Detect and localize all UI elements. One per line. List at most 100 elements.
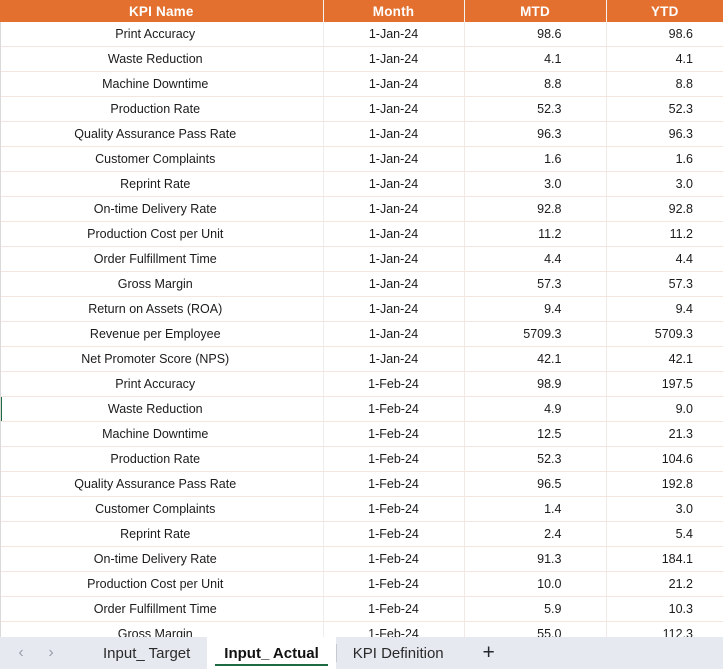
table-row[interactable]: Waste Reduction 1-Feb-24 4.9 9.0 <box>0 396 723 422</box>
spreadsheet-grid[interactable]: KPI Name Month MTD YTD Print Accuracy 1-J… <box>0 0 723 637</box>
ytd-value-cell[interactable]: 192.8 <box>606 471 723 497</box>
kpi-name-cell[interactable]: Reprint Rate <box>0 521 324 547</box>
ytd-value-cell[interactable]: 8.8 <box>606 71 723 97</box>
mtd-value-cell[interactable]: 55.0 <box>464 621 607 637</box>
ytd-value-cell[interactable]: 21.2 <box>606 571 723 597</box>
mtd-value-cell[interactable]: 1.6 <box>464 146 607 172</box>
mtd-value-cell[interactable]: 9.4 <box>464 296 607 322</box>
table-row[interactable]: Return on Assets (ROA) 1-Jan-24 9.4 9.4 <box>0 296 723 322</box>
mtd-value-cell[interactable]: 10.0 <box>464 571 607 597</box>
table-row[interactable]: Waste Reduction 1-Jan-24 4.1 4.1 <box>0 46 723 72</box>
mtd-value-cell[interactable]: 98.9 <box>464 371 607 397</box>
ytd-value-cell[interactable]: 184.1 <box>606 546 723 572</box>
kpi-name-cell[interactable]: Production Cost per Unit <box>0 571 324 597</box>
mtd-value-cell[interactable]: 96.3 <box>464 121 607 147</box>
ytd-value-cell[interactable]: 10.3 <box>606 596 723 622</box>
month-cell[interactable]: 1-Feb-24 <box>323 571 465 597</box>
mtd-value-cell[interactable]: 4.9 <box>464 396 607 422</box>
month-cell[interactable]: 1-Jan-24 <box>323 246 465 272</box>
month-cell[interactable]: 1-Jan-24 <box>323 171 465 197</box>
month-cell[interactable]: 1-Jan-24 <box>323 221 465 247</box>
ytd-value-cell[interactable]: 3.0 <box>606 171 723 197</box>
kpi-name-cell[interactable]: Order Fulfillment Time <box>0 246 324 272</box>
ytd-value-cell[interactable]: 42.1 <box>606 346 723 372</box>
table-row[interactable]: Production Cost per Unit 1-Jan-24 11.2 11.2 <box>0 221 723 247</box>
table-row[interactable]: Machine Downtime 1-Jan-24 8.8 8.8 <box>0 71 723 97</box>
table-row[interactable]: Production Rate 1-Jan-24 52.3 52.3 <box>0 96 723 122</box>
mtd-value-cell[interactable]: 4.4 <box>464 246 607 272</box>
mtd-value-cell[interactable]: 52.3 <box>464 446 607 472</box>
ytd-value-cell[interactable]: 4.4 <box>606 246 723 272</box>
sheet-tab[interactable]: Input_ Actual <box>207 637 336 669</box>
month-cell[interactable]: 1-Jan-24 <box>323 71 465 97</box>
month-cell[interactable]: 1-Jan-24 <box>323 321 465 347</box>
table-row[interactable]: Order Fulfillment Time 1-Feb-24 5.9 10.3 <box>0 596 723 622</box>
month-cell[interactable]: 1-Feb-24 <box>323 396 465 422</box>
table-row[interactable]: On-time Delivery Rate 1-Jan-24 92.8 92.8 <box>0 196 723 222</box>
column-header-month[interactable]: Month <box>323 0 465 22</box>
table-row[interactable]: Print Accuracy 1-Jan-24 98.6 98.6 <box>0 22 723 47</box>
next-sheet-icon[interactable]: › <box>36 638 66 668</box>
month-cell[interactable]: 1-Feb-24 <box>323 371 465 397</box>
kpi-name-cell[interactable]: Quality Assurance Pass Rate <box>0 121 324 147</box>
ytd-value-cell[interactable]: 96.3 <box>606 121 723 147</box>
kpi-name-cell[interactable]: Production Rate <box>0 446 324 472</box>
ytd-value-cell[interactable]: 112.3 <box>606 621 723 637</box>
kpi-name-cell[interactable]: Reprint Rate <box>0 171 324 197</box>
mtd-value-cell[interactable]: 2.4 <box>464 521 607 547</box>
kpi-name-cell[interactable]: Machine Downtime <box>0 71 324 97</box>
mtd-value-cell[interactable]: 11.2 <box>464 221 607 247</box>
kpi-name-cell[interactable]: Print Accuracy <box>0 371 324 397</box>
month-cell[interactable]: 1-Jan-24 <box>323 22 465 47</box>
mtd-value-cell[interactable]: 4.1 <box>464 46 607 72</box>
ytd-value-cell[interactable]: 1.6 <box>606 146 723 172</box>
month-cell[interactable]: 1-Feb-24 <box>323 446 465 472</box>
column-header-kpi-name[interactable]: KPI Name <box>0 0 324 22</box>
kpi-name-cell[interactable]: Production Cost per Unit <box>0 221 324 247</box>
ytd-value-cell[interactable]: 197.5 <box>606 371 723 397</box>
table-row[interactable]: Gross Margin 1-Feb-24 55.0 112.3 <box>0 621 723 637</box>
mtd-value-cell[interactable]: 3.0 <box>464 171 607 197</box>
table-row[interactable]: Customer Complaints 1-Jan-24 1.6 1.6 <box>0 146 723 172</box>
ytd-value-cell[interactable]: 4.1 <box>606 46 723 72</box>
kpi-name-cell[interactable]: Print Accuracy <box>0 22 324 47</box>
kpi-name-cell[interactable]: Revenue per Employee <box>0 321 324 347</box>
month-cell[interactable]: 1-Jan-24 <box>323 296 465 322</box>
mtd-value-cell[interactable]: 57.3 <box>464 271 607 297</box>
kpi-name-cell[interactable]: Production Rate <box>0 96 324 122</box>
mtd-value-cell[interactable]: 91.3 <box>464 546 607 572</box>
ytd-value-cell[interactable]: 9.4 <box>606 296 723 322</box>
ytd-value-cell[interactable]: 98.6 <box>606 22 723 47</box>
table-row[interactable]: Order Fulfillment Time 1-Jan-24 4.4 4.4 <box>0 246 723 272</box>
month-cell[interactable]: 1-Feb-24 <box>323 421 465 447</box>
table-row[interactable]: Reprint Rate 1-Feb-24 2.4 5.4 <box>0 521 723 547</box>
kpi-name-cell[interactable]: Net Promoter Score (NPS) <box>0 346 324 372</box>
ytd-value-cell[interactable]: 11.2 <box>606 221 723 247</box>
table-row[interactable]: Machine Downtime 1-Feb-24 12.5 21.3 <box>0 421 723 447</box>
kpi-name-cell[interactable]: Machine Downtime <box>0 421 324 447</box>
mtd-value-cell[interactable]: 8.8 <box>464 71 607 97</box>
column-header-mtd[interactable]: MTD <box>464 0 607 22</box>
kpi-name-cell[interactable]: On-time Delivery Rate <box>0 546 324 572</box>
ytd-value-cell[interactable]: 3.0 <box>606 496 723 522</box>
sheet-tab[interactable]: KPI Definition <box>335 637 461 669</box>
mtd-value-cell[interactable]: 52.3 <box>464 96 607 122</box>
mtd-value-cell[interactable]: 98.6 <box>464 22 607 47</box>
month-cell[interactable]: 1-Feb-24 <box>323 521 465 547</box>
ytd-value-cell[interactable]: 9.0 <box>606 396 723 422</box>
kpi-name-cell[interactable]: Return on Assets (ROA) <box>0 296 324 322</box>
ytd-value-cell[interactable]: 104.6 <box>606 446 723 472</box>
ytd-value-cell[interactable]: 57.3 <box>606 271 723 297</box>
month-cell[interactable]: 1-Feb-24 <box>323 596 465 622</box>
table-row[interactable]: Reprint Rate 1-Jan-24 3.0 3.0 <box>0 171 723 197</box>
mtd-value-cell[interactable]: 1.4 <box>464 496 607 522</box>
kpi-name-cell[interactable]: Order Fulfillment Time <box>0 596 324 622</box>
ytd-value-cell[interactable]: 5709.3 <box>606 321 723 347</box>
kpi-name-cell[interactable]: Customer Complaints <box>0 496 324 522</box>
mtd-value-cell[interactable]: 5709.3 <box>464 321 607 347</box>
ytd-value-cell[interactable]: 52.3 <box>606 96 723 122</box>
table-row[interactable]: Quality Assurance Pass Rate 1-Feb-24 96.5 1… <box>0 471 723 497</box>
month-cell[interactable]: 1-Jan-24 <box>323 196 465 222</box>
kpi-name-cell[interactable]: Gross Margin <box>0 271 324 297</box>
month-cell[interactable]: 1-Feb-24 <box>323 496 465 522</box>
